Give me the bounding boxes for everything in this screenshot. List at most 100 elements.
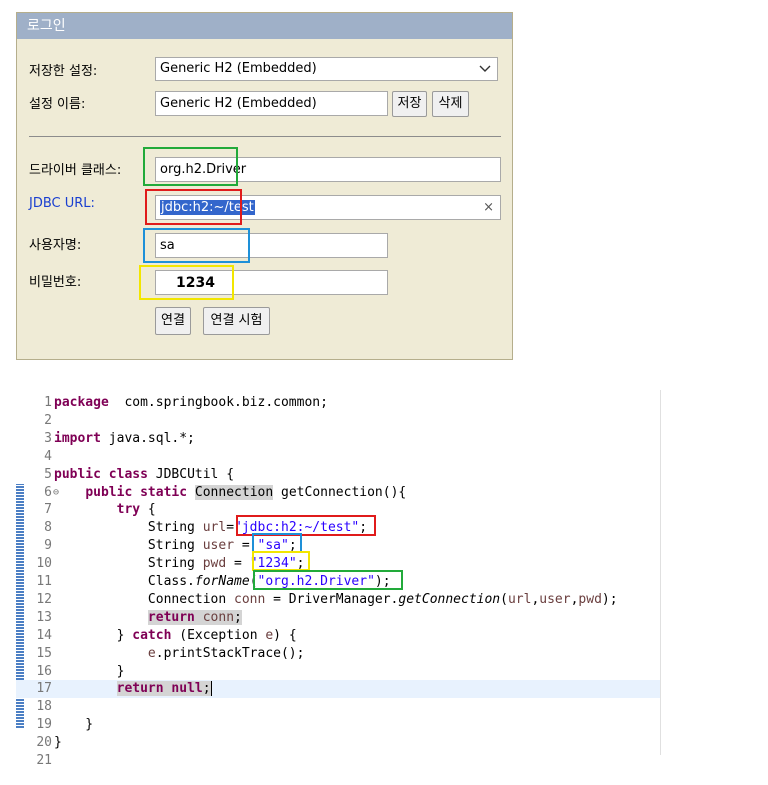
code-text: } catch (Exception e) { — [54, 627, 297, 645]
line-number: 4 — [44, 448, 52, 464]
code-token: getConnection — [398, 591, 501, 607]
code-token: java.sql.*; — [100, 430, 195, 446]
code-line[interactable]: 6 ⊖ public static Connection getConnectio… — [16, 484, 660, 502]
code-token: user — [202, 538, 235, 554]
code-text: public static Connection getConnection()… — [54, 484, 406, 502]
line-number: 10 — [36, 556, 52, 572]
driver-highlight-box — [143, 147, 238, 186]
code-token — [194, 609, 203, 625]
code-token: } — [54, 717, 94, 733]
code-line[interactable]: 13 return conn; — [16, 609, 660, 627]
user-highlight-box — [143, 228, 250, 263]
username-label: 사용자명: — [29, 238, 82, 253]
code-token: static — [140, 484, 188, 500]
code-token: ; — [202, 681, 211, 697]
code-token: getConnection(){ — [273, 484, 407, 500]
code-line[interactable]: 1 package com.springbook.biz.common; — [16, 394, 660, 412]
chevron-down-icon[interactable] — [479, 58, 491, 80]
code-text: import java.sql.*; — [54, 430, 195, 448]
code-line[interactable]: 19 } — [16, 716, 660, 734]
code-token: } — [54, 663, 125, 679]
code-token: try — [116, 502, 141, 518]
code-token: conn — [202, 609, 235, 625]
code-text: } — [54, 716, 93, 734]
line-number: 5 — [44, 466, 52, 482]
code-line[interactable]: 9 String user = "sa"; — [16, 537, 660, 555]
text-caret — [210, 681, 212, 697]
connect-button[interactable]: 연결 — [155, 307, 191, 335]
delete-button[interactable]: 삭제 — [432, 91, 469, 117]
code-token: catch — [132, 627, 172, 643]
code-token: null — [171, 681, 203, 697]
line-number: 2 — [44, 412, 52, 428]
code-line[interactable]: 5 public class JDBCUtil { — [16, 466, 660, 484]
setting-name-input[interactable]: Generic H2 (Embedded) — [155, 91, 388, 116]
code-token: (Exception — [171, 627, 266, 643]
saved-settings-select[interactable]: Generic H2 (Embedded) — [155, 57, 498, 81]
code-token: forName — [194, 574, 250, 589]
code-editor[interactable]: 1 package com.springbook.biz.common; 2 3 imp… — [16, 390, 661, 768]
line-number: 17 — [36, 681, 52, 697]
code-line[interactable]: 21 — [16, 752, 660, 770]
code-token: e — [265, 627, 274, 643]
code-token: .printStackTrace(); — [155, 645, 305, 661]
password-label: 비밀번호: — [29, 275, 82, 290]
code-line[interactable]: 14 } catch (Exception e) { — [16, 627, 660, 645]
code-line[interactable]: 4 — [16, 448, 660, 466]
code-token: pwd — [202, 556, 227, 572]
line-number: 9 — [44, 538, 52, 554]
code-password-highlight-box — [252, 551, 310, 571]
code-line[interactable]: 12 Connection conn = DriverManager.getCo… — [16, 591, 660, 609]
code-token: package — [54, 395, 109, 410]
line-number: 7 — [44, 502, 52, 518]
code-text: return null; — [54, 680, 212, 698]
code-token: Connection — [194, 484, 274, 500]
code-token: class — [108, 466, 148, 482]
code-line[interactable]: 17 return null; — [16, 680, 660, 699]
saved-settings-value: Generic H2 (Embedded) — [160, 61, 317, 76]
clear-icon[interactable]: × — [483, 196, 494, 219]
line-number: 18 — [36, 699, 52, 715]
line-number: 11 — [36, 574, 52, 589]
code-text: try { — [54, 501, 156, 519]
code-token: conn — [234, 591, 266, 607]
code-token: pwd — [578, 591, 602, 607]
line-number: 15 — [36, 645, 52, 661]
code-driver-highlight-box — [253, 570, 403, 590]
code-line[interactable]: 3 import java.sql.*; — [16, 430, 660, 448]
code-line[interactable]: 16 } — [16, 663, 660, 681]
line-number: 13 — [36, 609, 52, 625]
code-token: } — [54, 735, 62, 751]
line-number: 3 — [44, 430, 52, 446]
code-text: package com.springbook.biz.common; — [54, 394, 328, 412]
divider — [29, 136, 501, 137]
code-token: = — [226, 520, 235, 536]
code-text: } — [54, 663, 125, 681]
login-title: 로그인 — [17, 13, 512, 39]
code-token: return — [147, 609, 195, 625]
code-token: Class. — [54, 574, 195, 589]
driver-class-label: 드라이버 클래스: — [29, 163, 122, 178]
line-number: 6 — [44, 484, 52, 500]
code-line[interactable]: 15 e.printStackTrace(); — [16, 645, 660, 663]
code-token: { — [140, 502, 156, 518]
code-line[interactable]: 2 — [16, 412, 660, 430]
line-number: 19 — [36, 717, 52, 733]
line-number: 1 — [44, 395, 52, 410]
saved-settings-label: 저장한 설정: — [29, 64, 98, 79]
save-button[interactable]: 저장 — [392, 91, 427, 117]
test-connection-button[interactable]: 연결 시험 — [203, 307, 270, 335]
code-line[interactable]: 18 — [16, 698, 660, 716]
code-token: } — [54, 627, 133, 643]
line-number: 14 — [36, 627, 52, 643]
code-token: ( — [500, 591, 508, 607]
code-text: e.printStackTrace(); — [54, 645, 305, 663]
password-highlight-box — [139, 265, 234, 300]
code-text: public class JDBCUtil { — [54, 466, 234, 484]
code-text: return conn; — [54, 609, 242, 627]
code-line[interactable]: 20} — [16, 734, 660, 752]
line-number: 8 — [44, 520, 52, 536]
